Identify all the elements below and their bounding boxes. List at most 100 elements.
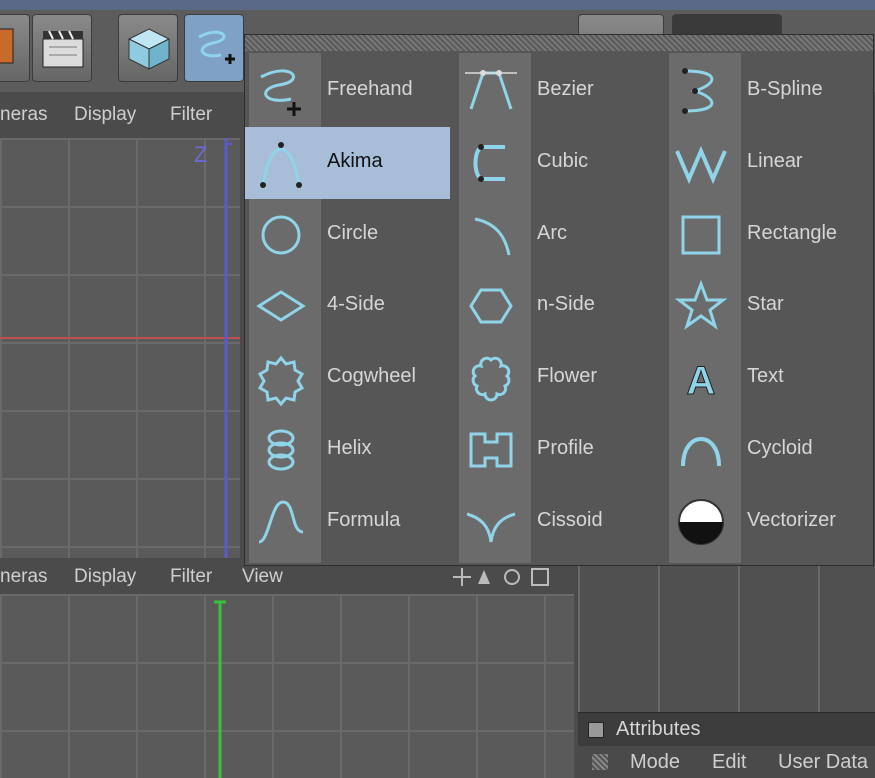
spline-menu-item-cycloid[interactable]: Cycloid bbox=[665, 414, 870, 486]
spline-menu-item-b-spline[interactable]: B-Spline bbox=[665, 55, 870, 127]
spline-menu-item-label: Cubic bbox=[537, 149, 589, 172]
spline-menu-item-label: Cycloid bbox=[747, 437, 813, 459]
maximize-view-icon bbox=[531, 568, 549, 586]
spline-menu-item-label: Profile bbox=[537, 437, 594, 459]
attributes-menubar: Mode Edit User Data bbox=[578, 746, 875, 778]
spline-menu-item-akima[interactable]: Akima bbox=[245, 126, 450, 199]
spline-menu-item-flower[interactable]: Flower bbox=[455, 342, 660, 414]
bezier-spline-icon bbox=[465, 70, 517, 110]
viewport-bottom-axes bbox=[214, 600, 226, 778]
move-view-icon bbox=[453, 568, 471, 586]
menu-display[interactable]: Display bbox=[74, 104, 136, 126]
four-side-icon bbox=[256, 290, 306, 323]
flower-icon bbox=[471, 356, 511, 402]
grip-icon[interactable] bbox=[592, 754, 608, 770]
spline-menu-item-label: Freehand bbox=[327, 78, 413, 100]
spline-menu-item-label: Linear bbox=[747, 149, 803, 172]
spline-menu-item-label: Akima bbox=[327, 149, 383, 172]
toolbar-button-cube[interactable] bbox=[118, 14, 178, 82]
spline-menu-item-label: Helix bbox=[327, 437, 372, 459]
spline-menu-item-label: Text bbox=[747, 365, 784, 388]
attributes-menu-edit[interactable]: Edit bbox=[712, 751, 746, 774]
spline-menu-item-label: n-Side bbox=[537, 293, 595, 316]
toolbar-button-render[interactable] bbox=[0, 14, 30, 82]
title-strip bbox=[0, 0, 875, 10]
circle-spline-icon bbox=[261, 215, 301, 255]
freehand-spline-icon bbox=[260, 69, 301, 116]
formula-icon bbox=[258, 500, 304, 544]
cissoid-icon bbox=[466, 512, 516, 543]
cubic-spline-icon bbox=[473, 143, 505, 182]
spline-menu-item-star[interactable]: Star bbox=[665, 270, 870, 342]
b-spline-icon bbox=[682, 68, 714, 114]
spline-menu-item-n-side[interactable]: n-Side bbox=[455, 270, 660, 342]
spline-menu-item-bezier[interactable]: Bezier bbox=[455, 55, 660, 127]
spline-menu-item-formula[interactable]: Formula bbox=[245, 486, 450, 558]
spline-menu-item-text[interactable]: A Text bbox=[665, 342, 870, 414]
spline-menu-item-4-side[interactable]: 4-Side bbox=[245, 270, 450, 342]
helix-icon bbox=[267, 429, 295, 471]
menu-display-bottom[interactable]: Display bbox=[74, 566, 136, 588]
rectangle-icon bbox=[681, 215, 721, 255]
rotate-view-icon bbox=[504, 569, 520, 585]
menu-cameras[interactable]: neras bbox=[0, 104, 48, 126]
n-side-icon bbox=[469, 288, 513, 324]
viewport-bottom[interactable] bbox=[0, 594, 574, 778]
spline-menu-item-cubic[interactable]: Cubic bbox=[455, 127, 660, 199]
spline-menu-item-label: Circle bbox=[327, 221, 379, 244]
spline-menu-item-rectangle[interactable]: Rectangle bbox=[665, 199, 870, 271]
toolbar-button-render-settings[interactable] bbox=[32, 14, 92, 82]
spline-menu-item-label: Rectangle bbox=[747, 221, 838, 244]
text-icon: A bbox=[686, 359, 716, 404]
zoom-view-icon bbox=[478, 570, 490, 584]
spline-menu-item-vectorizer[interactable]: Vectorizer bbox=[665, 486, 870, 558]
popup-tearoff-handle[interactable] bbox=[245, 35, 873, 51]
svg-text:A: A bbox=[687, 359, 716, 403]
spline-menu-item-circle[interactable]: Circle bbox=[245, 199, 450, 271]
attributes-menu-user-data[interactable]: User Data bbox=[778, 751, 868, 774]
arc-icon bbox=[474, 217, 511, 255]
cycloid-icon bbox=[681, 437, 721, 467]
attributes-panel-icon bbox=[588, 722, 604, 738]
viewport-axes bbox=[0, 138, 240, 558]
viewport-side-panel[interactable] bbox=[578, 566, 875, 712]
star-icon bbox=[674, 280, 728, 331]
viewport-top[interactable]: Z bbox=[0, 138, 240, 558]
linear-spline-icon bbox=[675, 145, 727, 184]
attributes-header: Attributes bbox=[578, 712, 875, 747]
viewport-nav-icons[interactable] bbox=[452, 566, 562, 588]
spline-popup-menu: Freehand Akima Circle 4-Side Cogwheel Helix Fo… bbox=[244, 34, 874, 566]
clapperboard-icon bbox=[42, 30, 84, 68]
freehand-spline-icon bbox=[198, 30, 235, 64]
axis-label-z: Z bbox=[194, 142, 208, 167]
spline-menu-item-label: Cogwheel bbox=[327, 365, 416, 388]
spline-menu-item-helix[interactable]: Helix bbox=[245, 414, 450, 486]
menu-view-bottom[interactable]: View bbox=[242, 566, 283, 588]
spline-menu-item-profile[interactable]: Profile bbox=[455, 414, 660, 486]
spline-menu-item-freehand[interactable]: Freehand bbox=[245, 55, 450, 127]
spline-menu-item-label: B-Spline bbox=[747, 78, 823, 100]
spline-menu-item-label: Vectorizer bbox=[747, 508, 836, 531]
akima-spline-icon bbox=[260, 141, 302, 188]
spline-menu-item-cogwheel[interactable]: Cogwheel bbox=[245, 342, 450, 414]
spline-menu-item-label: Flower bbox=[537, 365, 598, 388]
spline-menu-item-cissoid[interactable]: Cissoid bbox=[455, 486, 660, 558]
cube-icon bbox=[127, 28, 171, 70]
spline-menu-item-label: Star bbox=[747, 293, 784, 316]
spline-menu-item-label: Cissoid bbox=[537, 508, 603, 531]
spline-menu-item-linear[interactable]: Linear bbox=[665, 127, 870, 199]
attributes-title: Attributes bbox=[616, 718, 701, 740]
profile-icon bbox=[469, 432, 513, 468]
cogwheel-icon bbox=[257, 355, 305, 407]
spline-menu-item-label: 4-Side bbox=[327, 293, 385, 316]
viewport-bottom-menubar: neras Display Filter View bbox=[0, 562, 575, 592]
render-icon bbox=[0, 28, 14, 64]
menu-filter-bottom[interactable]: Filter bbox=[170, 566, 212, 588]
toolbar-button-spline[interactable] bbox=[184, 14, 244, 82]
menu-filter[interactable]: Filter bbox=[170, 104, 212, 126]
spline-menu-item-arc[interactable]: Arc bbox=[455, 199, 660, 271]
spline-menu-item-label: Bezier bbox=[537, 78, 594, 100]
spline-menu-item-label: Formula bbox=[327, 508, 401, 531]
menu-cameras-bottom[interactable]: neras bbox=[0, 566, 48, 588]
attributes-menu-mode[interactable]: Mode bbox=[630, 751, 680, 774]
